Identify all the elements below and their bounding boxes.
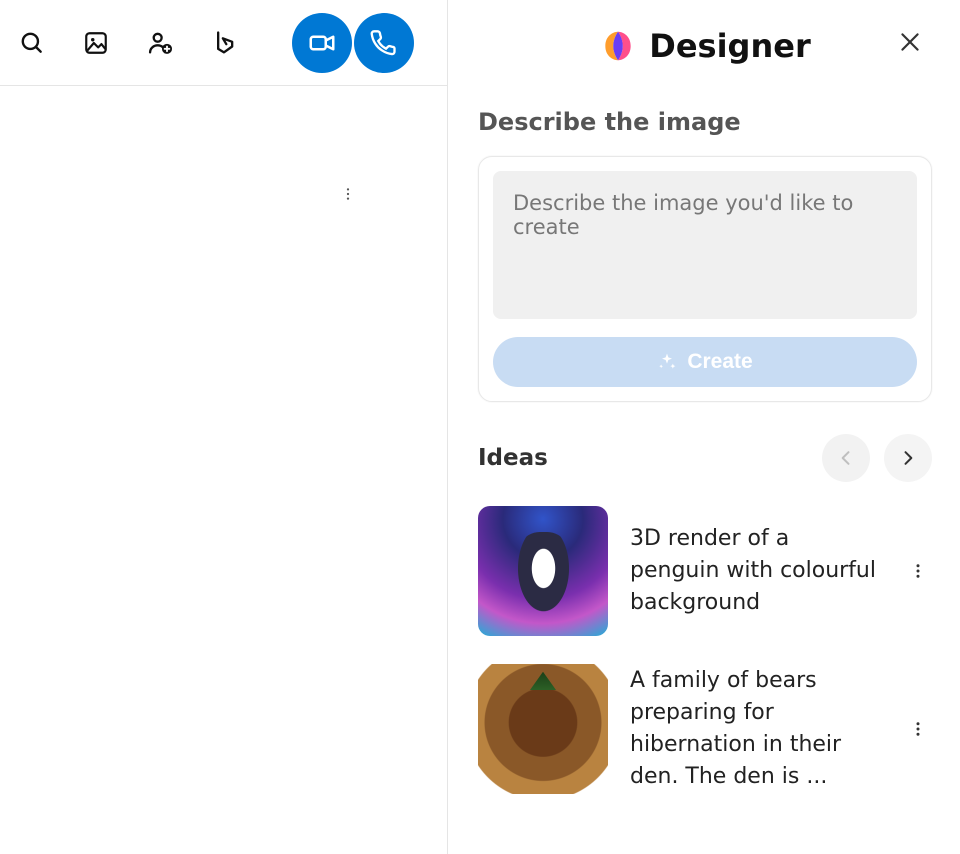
bing-icon[interactable] — [206, 25, 242, 61]
designer-pane: Designer Describe the image Create Ideas — [448, 0, 960, 854]
idea-text: A family of bears preparing for hibernat… — [630, 665, 882, 793]
ideas-prev-button[interactable] — [822, 434, 870, 482]
designer-brand: Designer — [599, 27, 810, 65]
idea-thumbnail — [478, 506, 608, 636]
idea-more-button[interactable] — [904, 709, 932, 749]
gallery-icon[interactable] — [78, 25, 114, 61]
create-button[interactable]: Create — [493, 337, 917, 387]
ideas-next-button[interactable] — [884, 434, 932, 482]
idea-item[interactable]: A family of bears preparing for hibernat… — [478, 664, 932, 794]
add-contact-icon[interactable] — [142, 25, 178, 61]
prompt-input[interactable] — [493, 171, 917, 319]
ideas-list: 3D render of a penguin with colourful ba… — [478, 506, 932, 794]
idea-text: 3D render of a penguin with colourful ba… — [630, 523, 882, 619]
chat-pane — [0, 0, 448, 854]
idea-more-button[interactable] — [904, 551, 932, 591]
prompt-card: Create — [478, 156, 932, 402]
chat-toolbar — [0, 0, 447, 86]
designer-logo-icon — [599, 27, 637, 65]
sparkle-icon — [657, 352, 677, 372]
ideas-heading: Ideas — [478, 445, 548, 471]
describe-heading: Describe the image — [478, 108, 932, 136]
designer-title: Designer — [649, 27, 810, 65]
create-button-label: Create — [687, 350, 752, 374]
search-icon[interactable] — [14, 25, 50, 61]
idea-thumbnail — [478, 664, 608, 794]
video-call-button[interactable] — [292, 13, 352, 73]
message-more-icon[interactable] — [336, 182, 360, 206]
close-button[interactable] — [888, 20, 932, 64]
audio-call-button[interactable] — [354, 13, 414, 73]
idea-item[interactable]: 3D render of a penguin with colourful ba… — [478, 506, 932, 636]
